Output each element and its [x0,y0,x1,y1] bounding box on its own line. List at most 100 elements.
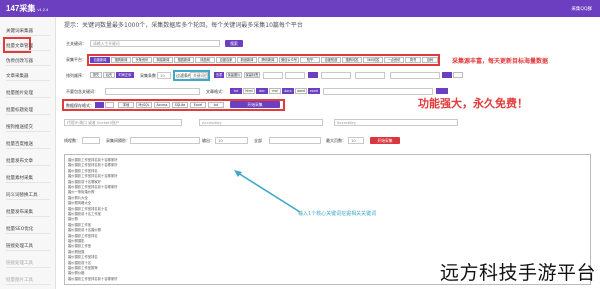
keyword-line: 婚纱摄影工作室推荐 [68,266,98,270]
app-brand: 147采集 v1.2.4 [6,3,48,14]
option-toggle-3[interactable] [453,72,463,78]
count-label: 采集条数 [140,73,156,78]
platform-chip-baidu-news[interactable]: 百度新闻 [90,57,110,63]
save-chip-mysql[interactable]: MySQL [136,102,152,108]
format-chip-html[interactable]: html [243,88,255,94]
top-bar: 147采集 v1.2.4 采集QQ群 [0,0,600,17]
save-chip-excel[interactable]: Excel [190,102,206,108]
keyword-line: 婚纱摄影工作室排名前十名哪家好 [68,185,118,189]
option-input-1[interactable] [263,72,283,79]
keyword-line: 婚纱摄影前十名工作室 [68,212,101,216]
keyword-line: 婚纱摄影工作室排名前十名哪家好 [68,163,118,168]
interval-value-input[interactable]: 10 [215,137,248,144]
platform-chip-baidu-zhidao[interactable]: 百度知道 [321,57,341,63]
platform-chip-netease[interactable]: 网易新闻 [153,57,173,63]
format-chip-md[interactable]: md [269,88,281,94]
sidebar-item-synonym[interactable]: 同义词替换工具 [6,191,50,200]
sidebar-item-image-tool[interactable]: 批量图片工具 [6,276,50,285]
keyword-input[interactable]: 请输入主关键词 [90,40,220,47]
option-chip-keep-tags[interactable]: 保留标签 [244,72,260,78]
pages-input[interactable]: 10 [348,137,364,144]
secret-key-input[interactable]: SecretKey [334,119,458,126]
sidebar-item-publish[interactable]: 批量发布文章 [6,157,50,166]
platform-chip-360-wenda[interactable]: 360问答 [363,57,383,63]
platform-chip-baike[interactable]: 百科 [422,57,438,63]
sidebar-item-article-collector[interactable]: 文章采集器 [6,72,50,81]
platform-chip-jianshu[interactable]: 简书 [405,57,421,63]
format-chip-doc[interactable]: doc [256,88,268,94]
search-button[interactable]: 搜索 [225,40,243,47]
start-collect-button[interactable]: 开始采集 [370,137,400,144]
save-chip-txt[interactable]: txt [208,102,224,108]
app-version: v1.2.4 [37,7,49,12]
platform-chip-sogou-wenda[interactable]: 搜狗问答 [342,57,362,63]
format-toggle[interactable] [436,88,448,94]
platform-chip-baijia[interactable]: 百度百家 [216,57,236,63]
format-chip-txt[interactable]: txt [230,88,242,94]
sidebar-item-baidu-push[interactable]: 批量百度推送 [6,140,50,149]
option-chip-dedupe[interactable]: 去重 [214,72,224,78]
platform-chip-yidian[interactable]: 一点资讯 [384,57,404,63]
sidebar-item-link-tool-2[interactable]: 链接处理工具 [6,259,50,268]
thread-label: 线程数： [64,138,80,143]
sidebar-item-title-process[interactable]: 批量标题处理 [6,106,50,115]
sidebar-item-keyword-collector[interactable]: 关键词采集器 [6,27,50,36]
interval-input[interactable] [130,137,200,144]
option-input-4[interactable] [355,72,385,79]
option-input-5[interactable] [390,72,440,79]
option-input-2[interactable] [285,72,305,79]
save-chip-local[interactable]: 本地 [118,102,134,108]
proxy-input[interactable]: 代理IP:端口 或者 Socket5账户 [64,119,182,126]
option-input-3[interactable] [321,72,351,79]
keyword-line: 婚纱摄影工作室 [68,222,92,227]
output-label: 输出： [202,138,214,143]
keyword-line: 婚纱照拍摄 [68,249,85,254]
platform-chip-sohu[interactable]: 搜狐新闻 [174,57,194,63]
qq-group-link[interactable]: 采集QQ群 [571,6,592,12]
platform-chip-sina[interactable]: 新浪新闻 [237,57,257,63]
keyword-line: 婚纱摄影工作室排名前十名哪家好 [68,158,118,162]
keyword-line: 婚纱摄影工作室排名前十名 [68,206,108,211]
sidebar-item-sogou-push[interactable]: 搜狗推送提交 [6,123,50,132]
format-chip-excel[interactable]: excel [308,88,320,94]
platform-chip-wechat[interactable]: 微信公众号 [279,57,299,63]
sidebar: 关键词采集器 批量文章管理 伪原创改写器 文章采集器 批量图片处理 批量标题处理… [0,17,56,289]
sidebar-item-article-manage[interactable]: 批量文章管理 [6,42,50,51]
sidebar-item-image-process[interactable]: 批量图片处理 [6,89,50,98]
order-chip-3[interactable]: 时间正序 [116,72,134,78]
output-select[interactable] [269,137,321,144]
option-toggle-1[interactable] [308,72,318,78]
count-input[interactable]: 10 [157,72,171,79]
platform-chip-tencent[interactable]: 腾讯新闻 [258,57,278,63]
sidebar-item-rewrite[interactable]: 伪原创改写器 [6,57,50,66]
platform-chip-zhihu[interactable]: 知乎 [300,57,320,63]
platform-label: 采集平台： [66,57,86,62]
exclude-input[interactable] [105,88,200,95]
sidebar-item-publish-collect[interactable]: 批量发布采集 [6,208,50,217]
option-chip-keep-images[interactable]: 保留图片 [226,72,242,78]
filter-select[interactable]: 关键词匹配 [190,72,208,79]
access-key-input[interactable]: AccessKey [199,119,323,126]
save-chip-sqlite[interactable]: SQLite [172,102,188,108]
annotation-source: 采集源丰富，每天更新目标海量数据 [452,58,549,65]
option-toggle-2[interactable] [442,72,452,78]
format-chip-docx[interactable]: docx [282,88,294,94]
annotation-mining: 输入1个核心关键词挖掘相关关键词 [298,211,377,217]
sidebar-item-material[interactable]: 批量素材采集 [6,174,50,183]
format-extra-input[interactable] [323,88,433,95]
order-chip-2[interactable]: 后先 [103,72,115,78]
keyword-line: 婚纱一条街婚纱照 [68,190,95,195]
order-chip-1[interactable]: 按先 [90,72,102,78]
save-chip-off[interactable] [105,102,114,108]
sidebar-item-link-tool[interactable]: 链接处理工具 [6,242,50,251]
platform-chip-sogou-news[interactable]: 搜狗新闻 [111,57,131,63]
save-chip-on[interactable] [95,102,104,108]
thread-input[interactable] [82,137,100,144]
platform-chip-ifeng[interactable]: 凤凰网 [195,57,215,63]
platform-chip-toutiao[interactable]: 头条资讯 [132,57,152,63]
save-start-button[interactable]: 开始采集 [230,101,280,108]
sidebar-item-seo[interactable]: 批量SEO优化 [6,225,50,234]
format-chip-word[interactable]: word [295,88,307,94]
save-chip-access[interactable]: Access [154,102,170,108]
pages-label: 最大页数： [326,138,346,143]
